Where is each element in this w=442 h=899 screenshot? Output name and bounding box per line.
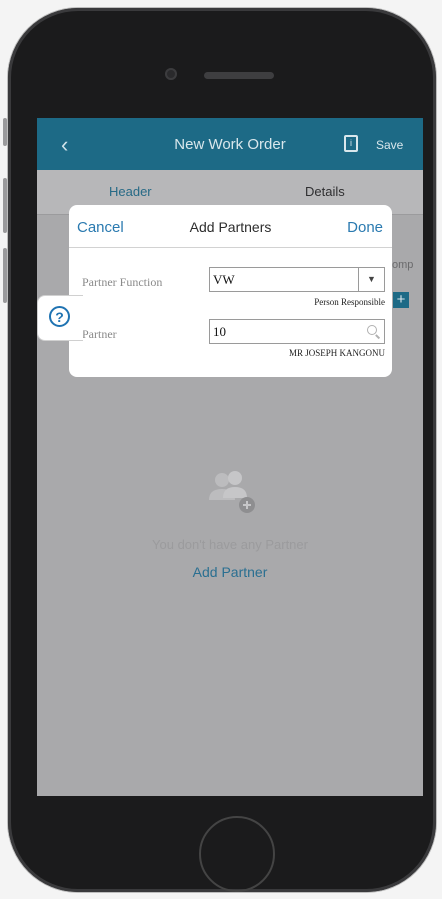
partner-value: 10 xyxy=(213,324,226,339)
partner-function-value: VW xyxy=(213,272,235,287)
app-screen: ‹ New Work Order i Save Header Details o… xyxy=(37,118,423,796)
partner-function-description: Person Responsible xyxy=(314,297,385,307)
navigation-bar: ‹ New Work Order i Save xyxy=(37,118,423,170)
tab-header[interactable]: Header xyxy=(109,184,152,199)
volume-down-button xyxy=(3,248,7,303)
empty-state-message: You don't have any Partner xyxy=(152,537,308,552)
dialog-title: Add Partners xyxy=(189,219,272,235)
earpiece-speaker xyxy=(204,72,274,79)
help-button[interactable]: ? xyxy=(37,295,83,341)
page-title: New Work Order xyxy=(174,136,286,153)
tab-details[interactable]: Details xyxy=(305,184,345,199)
done-button[interactable]: Done xyxy=(347,219,383,236)
save-button[interactable]: Save xyxy=(376,138,403,152)
mute-switch xyxy=(3,118,7,146)
volume-up-button xyxy=(3,178,7,233)
partner-function-select[interactable]: VW ▼ xyxy=(209,267,385,292)
add-partner-link[interactable]: Add Partner xyxy=(37,564,423,580)
chevron-down-icon[interactable]: ▼ xyxy=(358,268,384,291)
partner-label: Partner xyxy=(82,327,117,341)
dialog-header: Cancel Add Partners Done xyxy=(69,205,392,248)
home-button[interactable] xyxy=(199,816,275,892)
question-icon: ? xyxy=(49,306,70,327)
partner-function-label: Partner Function xyxy=(82,275,163,289)
add-partners-dialog: Cancel Add Partners Done Partner Functio… xyxy=(69,205,392,377)
background-partial-text: omp xyxy=(392,259,414,271)
partner-input[interactable]: 10 xyxy=(209,319,385,344)
partner-description: MR JOSEPH KANGONU xyxy=(288,348,385,358)
document-icon[interactable]: i xyxy=(344,135,358,152)
add-plus-icon[interactable]: + xyxy=(393,292,409,308)
partners-add-icon xyxy=(209,471,255,513)
search-icon[interactable] xyxy=(367,325,377,335)
front-camera xyxy=(165,68,177,80)
